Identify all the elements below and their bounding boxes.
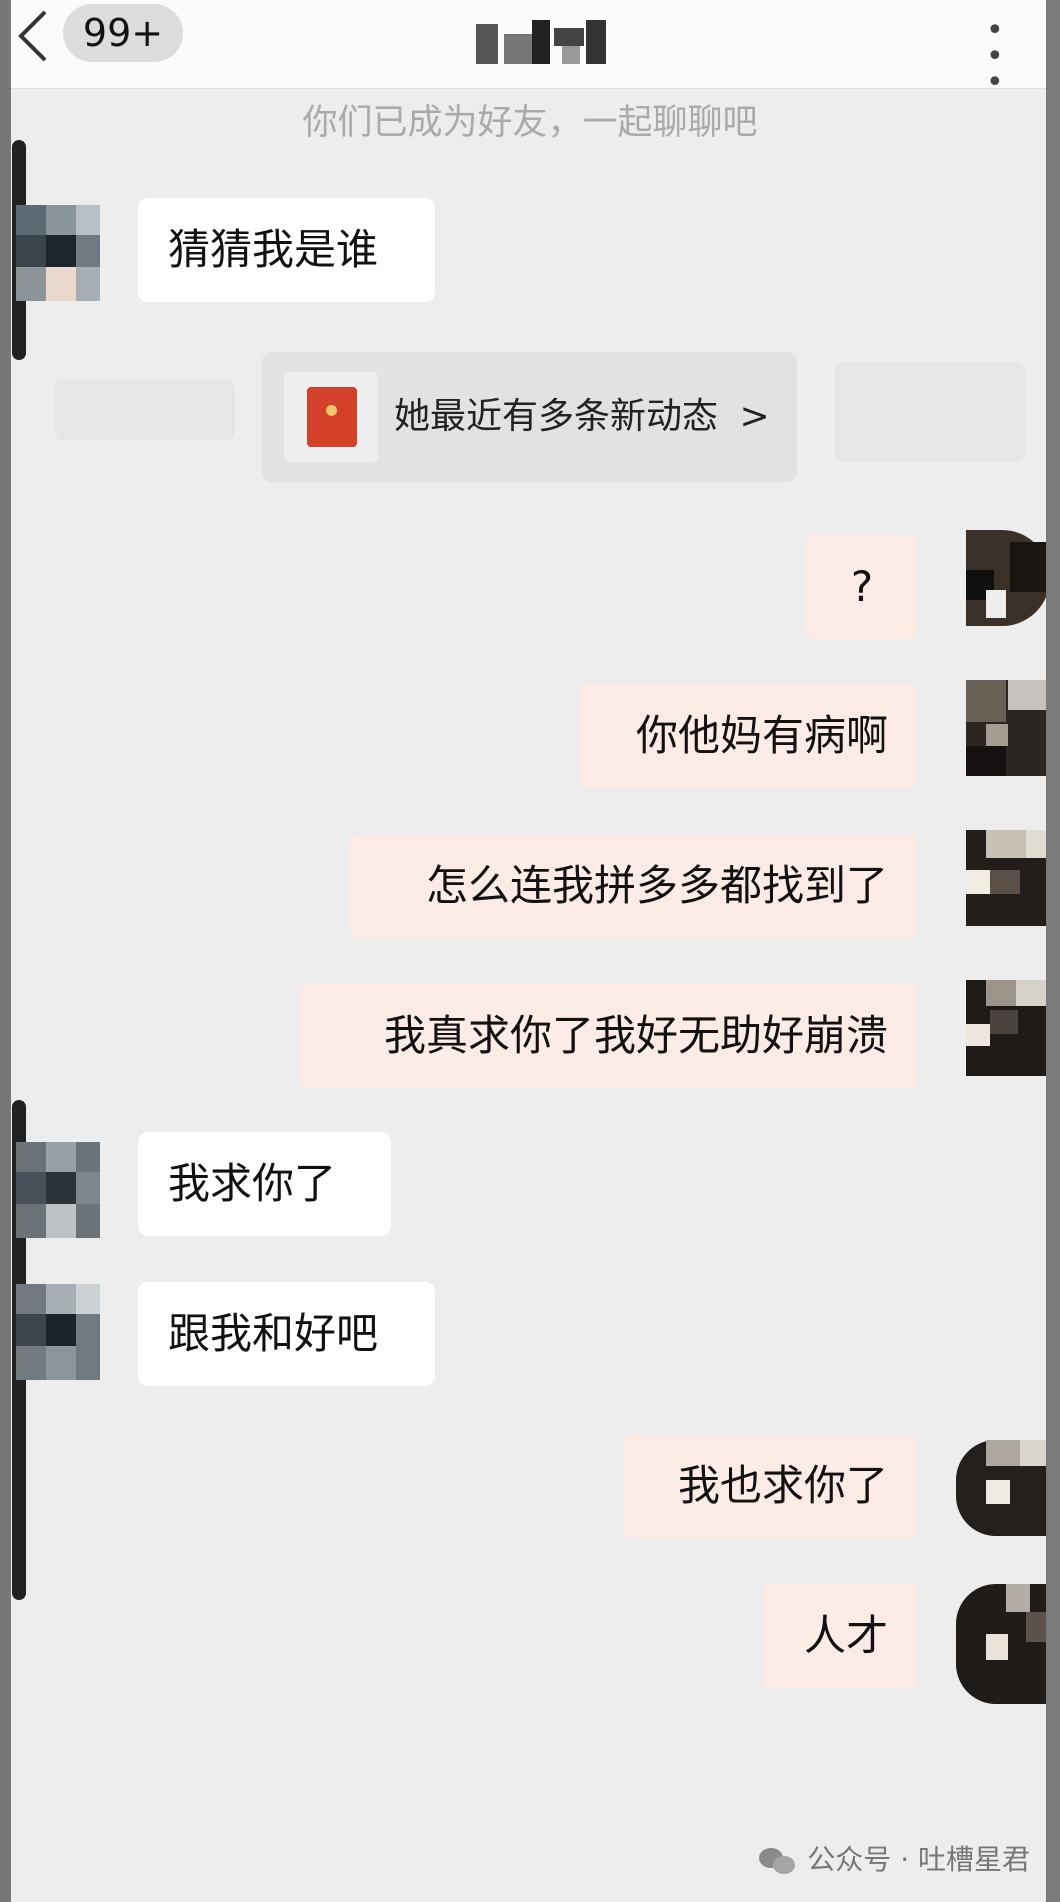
- more-options-button[interactable]: • • •: [986, 16, 1046, 98]
- incoming-message-bubble[interactable]: 猜猜我是谁: [138, 198, 435, 302]
- contact-avatar[interactable]: [16, 205, 100, 301]
- faint-background-mark: [835, 362, 1025, 462]
- incoming-message-bubble[interactable]: 跟我和好吧: [138, 1282, 435, 1386]
- chat-header: 99+ • • •: [11, 0, 1046, 98]
- new-moments-card[interactable]: 她最近有多条新动态 >: [262, 352, 797, 482]
- incoming-message-bubble[interactable]: 我求你了: [138, 1132, 391, 1236]
- account-watermark: 公众号 · 吐槽星君: [759, 1840, 1030, 1880]
- my-avatar[interactable]: [966, 530, 1050, 626]
- faint-background-mark: [55, 380, 235, 440]
- watermark-text: 公众号 · 吐槽星君: [807, 1843, 1030, 1876]
- outgoing-message-bubble[interactable]: 你他妈有病啊: [578, 684, 918, 788]
- contact-avatar[interactable]: [16, 1142, 100, 1238]
- red-packet-icon: [307, 387, 357, 447]
- photo-frame-right: [1046, 0, 1060, 1902]
- my-avatar[interactable]: [956, 1584, 1050, 1704]
- outgoing-message-bubble[interactable]: 人才: [762, 1584, 918, 1688]
- my-avatar[interactable]: [956, 1440, 1050, 1536]
- wechat-icon: [759, 1846, 797, 1876]
- outgoing-message-bubble[interactable]: ?: [806, 535, 918, 639]
- outgoing-message-bubble[interactable]: 我也求你了: [624, 1434, 918, 1538]
- my-avatar[interactable]: [966, 830, 1050, 926]
- back-button[interactable]: [15, 6, 55, 66]
- chevron-left-icon: [18, 10, 47, 62]
- friend-added-system-tip: 你们已成为好友，一起聊聊吧: [302, 103, 758, 143]
- contact-name-redacted: [466, 18, 616, 66]
- unread-count-badge[interactable]: 99+: [63, 4, 183, 62]
- photo-frame-left: [0, 0, 11, 1902]
- my-avatar[interactable]: [966, 680, 1050, 776]
- outgoing-message-bubble[interactable]: 怎么连我拼多多都找到了: [350, 834, 918, 938]
- my-avatar[interactable]: [966, 980, 1050, 1076]
- red-packet-icon-wrap: [284, 372, 378, 462]
- chevron-right-icon: >: [739, 396, 770, 437]
- new-moments-text: 她最近有多条新动态 >: [394, 396, 770, 437]
- contact-avatar[interactable]: [16, 1284, 100, 1380]
- outgoing-message-bubble[interactable]: 我真求你了我好无助好崩溃: [300, 984, 918, 1088]
